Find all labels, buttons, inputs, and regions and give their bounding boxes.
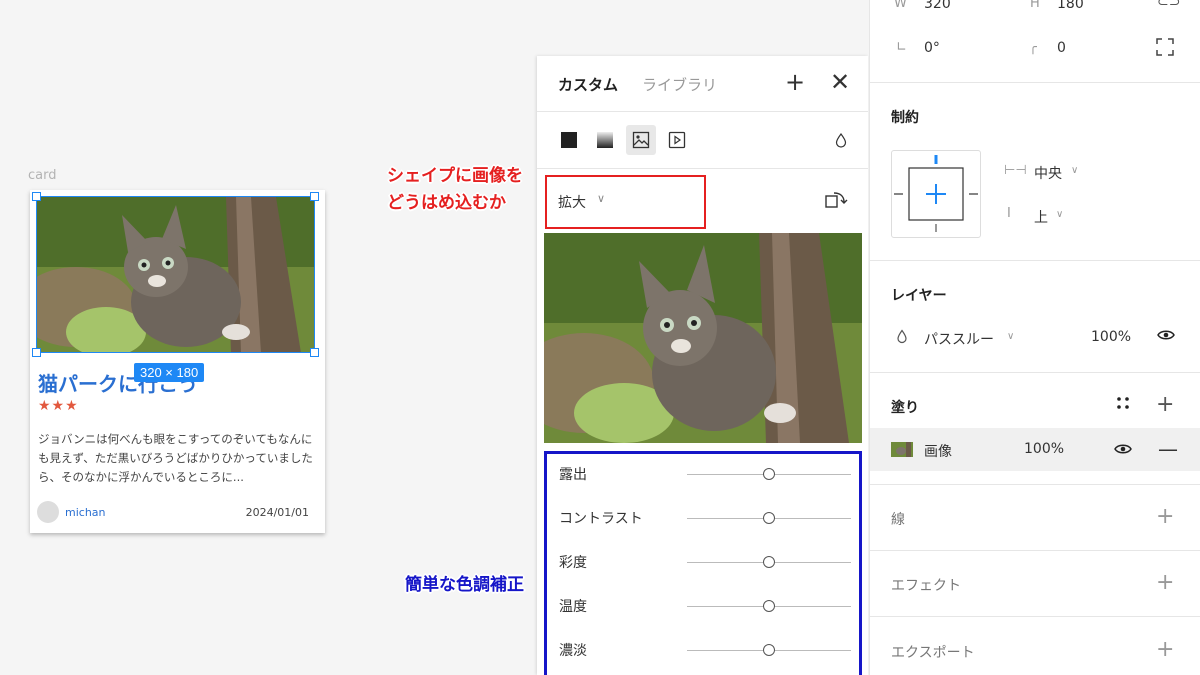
corner-radius-input[interactable]: 0 [1057, 40, 1066, 56]
annotation-fit-mode: シェイプに画像を どうはめ込むか [387, 163, 523, 217]
video-fill-icon[interactable] [662, 125, 692, 155]
kitten-photo [36, 197, 314, 353]
divider [870, 260, 1200, 261]
add-stroke-icon[interactable]: + [1156, 506, 1174, 528]
adjust-tint: 濃淡 [537, 630, 868, 670]
vertical-constraint-select[interactable]: 上 [1034, 207, 1048, 227]
chevron-down-icon[interactable]: ∨ [1071, 165, 1078, 176]
chevron-down-icon[interactable]: ∨ [1056, 209, 1063, 220]
solid-fill-icon[interactable] [554, 125, 584, 155]
resize-handle-br[interactable] [310, 348, 319, 357]
gradient-fill-icon[interactable] [590, 125, 620, 155]
tab-library[interactable]: ライブラリ [642, 74, 717, 95]
remove-fill-icon[interactable]: — [1158, 437, 1178, 461]
width-label: W [894, 0, 907, 11]
corner-radius-icon: ╭ [1029, 40, 1037, 55]
stroke-title: 線 [891, 512, 905, 528]
constraint-widget[interactable] [891, 150, 981, 238]
horizontal-constraint-icon: ⊢⊣ [1004, 163, 1027, 178]
image-fill-icon[interactable] [626, 125, 656, 155]
divider [870, 616, 1200, 617]
adjust-contrast: コントラスト [537, 498, 868, 538]
chevron-down-icon[interactable]: ∨ [1007, 331, 1014, 342]
chevron-down-icon[interactable]: ∨ [597, 192, 605, 205]
constraints-title: 制約 [891, 110, 919, 126]
divider [870, 550, 1200, 551]
close-icon[interactable]: ✕ [830, 70, 850, 94]
card-body-text: ジョバンニは何べんも眼をこすってのぞいてもなんにも見えず、ただ黒いびろうどばかり… [38, 432, 313, 484]
divider [870, 82, 1200, 83]
slider-knob[interactable] [763, 468, 775, 480]
add-fill-icon[interactable]: + [1156, 394, 1174, 416]
adjust-label: 濃淡 [559, 643, 587, 659]
adjust-label: 露出 [559, 467, 587, 483]
layer-title: レイヤー [891, 288, 947, 304]
popup-tab-bar: カスタム ライブラリ + ✕ [537, 56, 868, 112]
scale-mode-select[interactable]: 拡大 [558, 192, 586, 212]
effect-title: エフェクト [891, 578, 961, 594]
rating-stars: ★★★ [38, 398, 79, 414]
styles-grid-icon[interactable] [1116, 396, 1130, 414]
card-frame[interactable]: 猫パークに行こう ★★★ ジョバンニは何べんも眼をこすってのぞいてもなんにも見え… [30, 190, 325, 533]
fill-title: 塗り [891, 400, 919, 416]
add-icon[interactable]: + [785, 70, 805, 94]
annotation-color-adjust: 簡単な色調補正 [405, 575, 524, 595]
resize-handle-tr[interactable] [310, 192, 319, 201]
blend-drop-icon[interactable] [826, 125, 856, 155]
card-image[interactable] [36, 197, 314, 353]
kitten-photo [544, 233, 862, 443]
divider [870, 484, 1200, 485]
slider-knob[interactable] [763, 644, 775, 656]
height-label: H [1030, 0, 1040, 11]
slider-knob[interactable] [763, 600, 775, 612]
independent-corners-icon[interactable] [1156, 38, 1174, 60]
export-title: エクスポート [891, 645, 975, 661]
constraint-diagram [894, 155, 978, 232]
adjust-label: 彩度 [559, 555, 587, 571]
selection-size-badge: 320 × 180 [134, 363, 205, 382]
width-input[interactable]: 320 [924, 0, 951, 12]
blend-drop-icon [896, 329, 908, 348]
eye-icon[interactable] [1114, 442, 1132, 460]
add-export-icon[interactable]: + [1156, 639, 1174, 661]
frame-label[interactable]: card [28, 168, 56, 183]
add-effect-icon[interactable]: + [1156, 572, 1174, 594]
height-input[interactable]: 180 [1057, 0, 1084, 12]
properties-panel: W 320 H 180 ⊂⊃ ∟ 0° ╭ 0 制約 ⊢⊣ 中央 ∨ I 上 ∨… [869, 0, 1200, 675]
resize-handle-tl[interactable] [32, 192, 41, 201]
card-date: 2024/01/01 [245, 506, 309, 519]
fill-popup: カスタム ライブラリ + ✕ 拡大 ∨ 露出 コントラスト 彩度 温度 濃淡 [537, 56, 868, 675]
avatar [37, 501, 59, 523]
fill-thumbnail[interactable] [891, 442, 913, 457]
blend-mode-select[interactable]: パススルー [924, 329, 994, 349]
adjust-label: コントラスト [559, 511, 643, 527]
annotation-line: どうはめ込むか [387, 193, 506, 213]
rotate-icon[interactable] [824, 190, 848, 214]
scale-mode-row: 拡大 ∨ [537, 170, 868, 230]
fill-type-row [537, 113, 868, 169]
vertical-constraint-icon: I [1007, 206, 1011, 221]
adjust-temperature: 温度 [537, 586, 868, 626]
constrain-proportions-icon[interactable]: ⊂⊃ [1157, 0, 1180, 10]
adjust-label: 温度 [559, 599, 587, 615]
horizontal-constraint-select[interactable]: 中央 [1034, 163, 1062, 183]
tab-custom[interactable]: カスタム [558, 74, 618, 95]
slider-knob[interactable] [763, 512, 775, 524]
fill-opacity-input[interactable]: 100% [1024, 441, 1064, 457]
annotation-line: シェイプに画像を [387, 166, 523, 186]
image-preview[interactable] [544, 233, 862, 443]
rotation-icon: ∟ [896, 40, 907, 55]
fill-item[interactable]: 画像 100% — [870, 428, 1200, 471]
resize-handle-bl[interactable] [32, 348, 41, 357]
adjust-exposure: 露出 [537, 454, 868, 494]
slider-knob[interactable] [763, 556, 775, 568]
card-username: michan [65, 506, 106, 519]
adjust-saturation: 彩度 [537, 542, 868, 582]
layer-opacity-input[interactable]: 100% [1091, 329, 1131, 345]
fill-type-label: 画像 [924, 444, 952, 460]
rotation-input[interactable]: 0° [924, 40, 940, 56]
eye-icon[interactable] [1157, 328, 1175, 346]
divider [870, 372, 1200, 373]
